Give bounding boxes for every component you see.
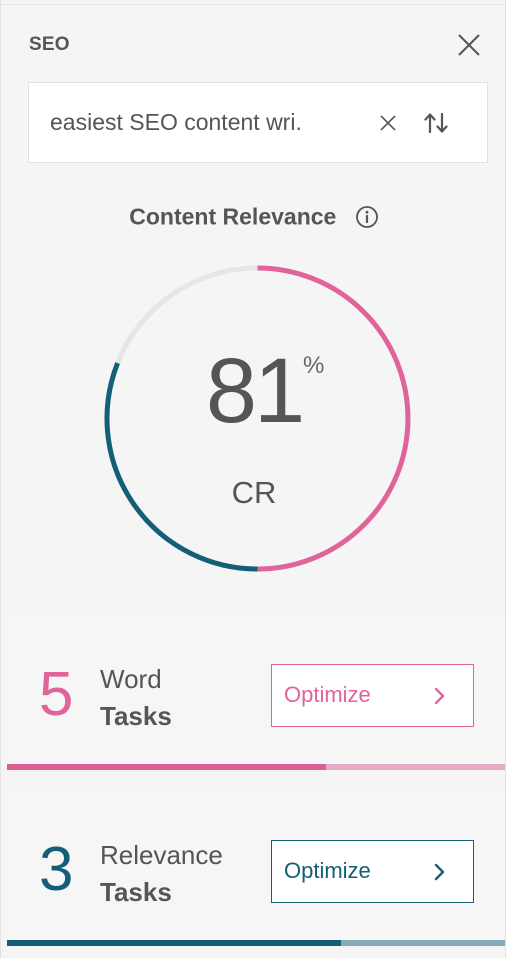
- word-tasks-progress-remaining: [326, 764, 505, 770]
- panel-title: SEO: [29, 34, 70, 55]
- content-relevance-label: Content Relevance: [129, 203, 337, 230]
- relevance-tasks-subtitle: Tasks: [100, 877, 172, 907]
- relevance-label: CR: [231, 475, 277, 510]
- close-button[interactable]: [456, 32, 482, 58]
- clear-keyword-button[interactable]: [378, 113, 398, 133]
- swap-icon: [424, 112, 448, 134]
- clear-icon: [380, 115, 396, 131]
- word-tasks-count: 5: [39, 660, 74, 729]
- word-tasks-progress-fill: [7, 764, 326, 770]
- close-icon: [458, 34, 480, 56]
- info-icon: [355, 206, 378, 228]
- relevance-tasks-progress: [7, 940, 505, 946]
- optimize-relevance-label: Optimize: [284, 858, 371, 883]
- top-divider: [1, 4, 505, 5]
- relevance-score: 81: [205, 340, 305, 442]
- word-tasks-title: Word: [100, 664, 162, 694]
- keyword-field[interactable]: easiest SEO content wri.: [28, 82, 488, 163]
- chevron-right-icon: [434, 863, 445, 881]
- swap-keyword-button[interactable]: [423, 110, 451, 136]
- optimize-relevance-button[interactable]: Optimize: [271, 840, 474, 903]
- seo-panel: SEO easiest SEO content wri. Content Rel…: [0, 0, 506, 958]
- info-button[interactable]: [355, 205, 379, 229]
- keyword-value[interactable]: easiest SEO content wri.: [50, 109, 370, 136]
- relevance-unit: %: [303, 352, 325, 379]
- chevron-right-icon: [434, 687, 445, 705]
- relevance-tasks-progress-fill: [7, 940, 341, 946]
- optimize-word-button[interactable]: Optimize: [271, 664, 474, 727]
- relevance-tasks-card: 3 Relevance Tasks Optimize: [7, 790, 505, 946]
- relevance-tasks-count: 3: [39, 835, 74, 904]
- word-tasks-subtitle: Tasks: [100, 701, 172, 731]
- word-tasks-card: 5 Word Tasks Optimize: [7, 614, 505, 770]
- content-relevance-heading: Content Relevance: [1, 202, 505, 230]
- word-tasks-progress: [7, 764, 505, 770]
- relevance-tasks-progress-remaining: [341, 940, 505, 946]
- relevance-tasks-title: Relevance: [100, 840, 223, 870]
- optimize-word-label: Optimize: [284, 682, 371, 707]
